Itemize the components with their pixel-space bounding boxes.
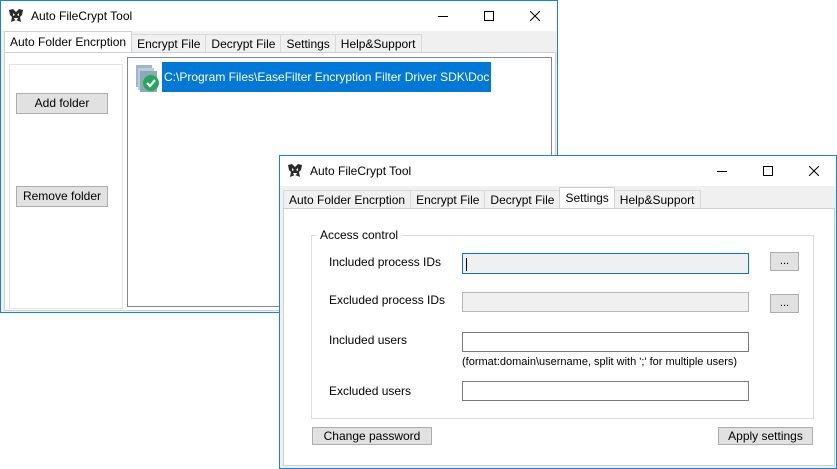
excluded-pids-label: Excluded process IDs <box>329 293 446 307</box>
tab-decrypt-file[interactable]: Decrypt File <box>484 190 561 208</box>
included-pids-label: Included process IDs <box>329 255 442 269</box>
app-transformer-icon <box>288 164 302 177</box>
tab-auto-folder-encryption[interactable]: Auto Folder Encrption <box>4 31 133 52</box>
apply-settings-button[interactable]: Apply settings <box>718 427 813 445</box>
tab-encrypt-file[interactable]: Encrypt File <box>131 34 207 52</box>
title-bar[interactable]: Auto FileCrypt Tool <box>1 1 557 31</box>
included-users-input[interactable] <box>462 332 749 352</box>
minimize-button[interactable] <box>420 1 466 31</box>
title-bar[interactable]: Auto FileCrypt Tool <box>280 156 836 186</box>
included-pids-input[interactable] <box>462 253 749 274</box>
minimize-icon <box>438 16 448 17</box>
folder-path-selected: C:\Program Files\EaseFilter Encryption F… <box>162 61 492 92</box>
tab-encrypt-file[interactable]: Encrypt File <box>410 190 486 208</box>
minimize-icon <box>717 171 727 172</box>
window-title: Auto FileCrypt Tool <box>310 164 412 178</box>
maximize-button[interactable] <box>466 1 512 31</box>
text-caret <box>466 258 467 271</box>
window-title: Auto FileCrypt Tool <box>31 9 133 23</box>
tab-decrypt-file[interactable]: Decrypt File <box>205 34 282 52</box>
close-icon <box>530 11 540 21</box>
tab-page-settings: Access control Included process IDs ... … <box>283 208 835 466</box>
change-password-button[interactable]: Change password <box>312 427 432 445</box>
tab-strip: Auto Folder Encrption Encrypt File Decry… <box>4 31 422 52</box>
browse-included-pids-button[interactable]: ... <box>770 252 799 271</box>
add-folder-button[interactable]: Add folder <box>16 93 108 114</box>
remove-folder-button[interactable]: Remove folder <box>16 186 108 207</box>
tab-auto-folder-encryption[interactable]: Auto Folder Encrption <box>283 190 412 208</box>
app-transformer-icon <box>9 9 23 22</box>
tab-help-support[interactable]: Help&Support <box>613 190 701 208</box>
tab-settings[interactable]: Settings <box>559 187 615 208</box>
maximize-icon <box>763 166 773 176</box>
close-button[interactable] <box>791 156 837 186</box>
maximize-icon <box>484 11 494 21</box>
maximize-button[interactable] <box>745 156 791 186</box>
excluded-users-label: Excluded users <box>329 384 412 398</box>
tab-help-support[interactable]: Help&Support <box>334 34 422 52</box>
users-format-hint: (format:domain\username, split with ';' … <box>462 356 738 368</box>
excluded-users-input[interactable] <box>462 381 749 401</box>
folder-encrypted-icon <box>136 64 159 92</box>
excluded-pids-input[interactable] <box>462 292 749 312</box>
tab-strip: Auto Folder Encrption Encrypt File Decry… <box>283 187 701 208</box>
list-item[interactable]: C:\Program Files\EaseFilter Encryption F… <box>130 60 492 93</box>
close-icon <box>809 166 819 176</box>
close-button[interactable] <box>512 1 558 31</box>
main-window-front: Auto FileCrypt Tool Auto Folder Encrptio… <box>279 155 837 469</box>
tab-settings[interactable]: Settings <box>280 34 336 52</box>
group-title: Access control <box>317 228 402 242</box>
browse-excluded-pids-button[interactable]: ... <box>770 294 799 313</box>
minimize-button[interactable] <box>699 156 745 186</box>
included-users-label: Included users <box>329 333 408 347</box>
